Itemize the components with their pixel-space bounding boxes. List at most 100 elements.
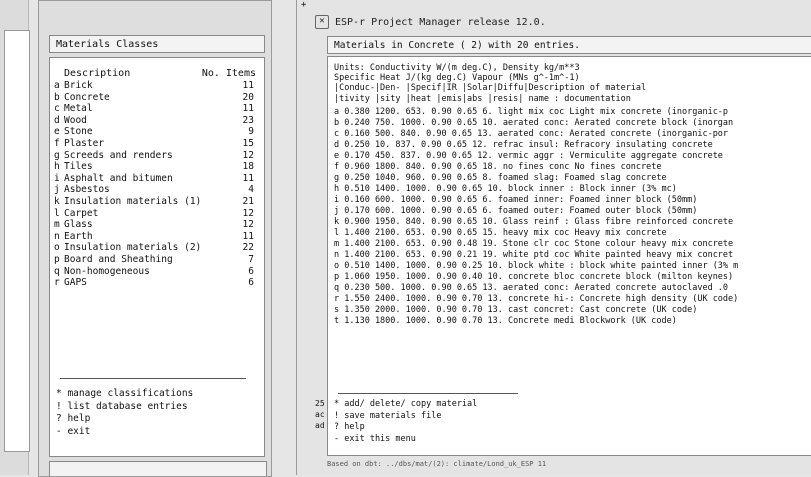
class-count: 12 <box>242 149 254 161</box>
description-header: Description <box>64 68 131 79</box>
material-row[interactable]: t 1.130 1800. 1000. 0.90 0.70 13. Concre… <box>334 316 810 327</box>
class-list-item[interactable]: k Insulation materials (1) 21 <box>54 196 254 208</box>
class-list-item[interactable]: g Screeds and renders 12 <box>54 150 254 162</box>
material-row[interactable]: j 0.170 600. 1000. 0.90 0.65 6. foamed o… <box>334 206 810 217</box>
class-key: b <box>54 91 60 103</box>
material-row[interactable]: a 0.380 1200. 653. 0.90 0.65 6. light mi… <box>334 107 810 118</box>
material-row[interactable]: c 0.160 500. 840. 0.90 0.65 13. aerated … <box>334 129 810 140</box>
class-list-item[interactable]: c Metal 11 <box>54 103 254 115</box>
material-row[interactable]: n 1.400 2100. 653. 0.90 0.21 19. white p… <box>334 250 810 261</box>
class-list-item[interactable]: i Asphalt and bitumen 11 <box>54 173 254 185</box>
class-key: l <box>54 207 60 219</box>
class-count: 20 <box>242 91 254 103</box>
class-list-item[interactable]: m Glass 12 <box>54 219 254 231</box>
classes-menu: * manage classifications! list database … <box>56 388 256 438</box>
materials-menu: * add/ delete/ copy material! save mater… <box>334 399 477 445</box>
material-row[interactable]: b 0.240 750. 1000. 0.90 0.65 10. aerated… <box>334 118 810 129</box>
class-name: Stone <box>64 126 93 138</box>
class-list-item[interactable]: d Wood 23 <box>54 115 254 127</box>
class-key: q <box>54 265 60 277</box>
class-count: 6 <box>248 265 254 277</box>
class-count: 23 <box>242 114 254 126</box>
classes-menu-item[interactable]: - exit <box>56 426 256 439</box>
materials-classes-panel: Description No. Items a Brick 11 b Concrete 2… <box>49 57 265 457</box>
class-key: f <box>54 137 60 149</box>
class-list-item[interactable]: l Carpet 12 <box>54 208 254 220</box>
class-count: 12 <box>242 207 254 219</box>
materials-subtitle: Materials in Concrete ( 2) with 20 entri… <box>327 36 811 54</box>
class-key: n <box>54 230 60 242</box>
class-count: 12 <box>242 219 254 231</box>
class-name: Glass <box>64 219 93 231</box>
class-list-item[interactable]: h Tiles 18 <box>54 161 254 173</box>
material-row[interactable]: l 1.400 2100. 653. 0.90 0.65 15. heavy m… <box>334 228 810 239</box>
class-count: 11 <box>242 80 254 91</box>
material-row[interactable]: m 1.400 2100. 653. 0.90 0.48 19. Stone c… <box>334 239 810 250</box>
class-list-item[interactable]: p Board and Sheathing 7 <box>54 254 254 266</box>
materials-header-line: |Conduc-|Den- |Specif|IR |Solar|Diffu|De… <box>334 83 647 94</box>
class-name: Metal <box>64 103 93 115</box>
class-list-item[interactable]: n Earth 11 <box>54 231 254 243</box>
material-row[interactable]: i 0.160 600. 1000. 0.90 0.65 6. foamed i… <box>334 195 810 206</box>
class-list-item[interactable]: q Non-homogeneous 6 <box>54 266 254 278</box>
material-row[interactable]: q 0.230 500. 1000. 0.90 0.65 13. aerated… <box>334 283 810 294</box>
classes-menu-item[interactable]: ? help <box>56 413 256 426</box>
material-row[interactable]: e 0.170 450. 837. 0.90 0.65 12. vermic a… <box>334 151 810 162</box>
class-list-item[interactable]: r GAPS 6 <box>54 277 254 289</box>
status-line: Based on dbt: ../dbs/mat/(2): climate/Lo… <box>327 460 547 468</box>
class-key: h <box>54 161 60 173</box>
class-key: p <box>54 253 60 265</box>
menu-divider <box>60 378 246 379</box>
class-list-item[interactable]: a Brick 11 <box>54 80 254 92</box>
materials-menu-item[interactable]: ? help <box>334 422 477 434</box>
material-row[interactable]: k 0.900 1950. 840. 0.90 0.65 10. Glass r… <box>334 217 810 228</box>
class-count: 21 <box>242 195 254 207</box>
material-row[interactable]: h 0.510 1400. 1000. 0.90 0.65 10. block … <box>334 184 810 195</box>
materials-panel: Units: Conductivity W/(m deg.C), Density… <box>327 56 811 456</box>
materials-classes-window: Materials Classes Description No. Items … <box>38 0 272 477</box>
materials-menu-item[interactable]: * add/ delete/ copy material <box>334 399 477 411</box>
material-row[interactable]: p 1.060 1950. 1000. 0.90 0.40 10. concre… <box>334 272 810 283</box>
class-name: Asphalt and bitumen <box>64 172 173 184</box>
class-list-item[interactable]: o Insulation materials (2) 22 <box>54 242 254 254</box>
material-row[interactable]: s 1.350 2000. 1000. 0.90 0.70 13. cast c… <box>334 305 810 316</box>
materials-header-line: |tivity |sity |heat |emis|abs |resis| na… <box>334 93 631 104</box>
class-count: 9 <box>248 126 254 138</box>
materials-menu-item[interactable]: - exit this menu <box>334 434 477 446</box>
project-manager-title: ESP-r Project Manager release 12.0. <box>335 17 546 28</box>
project-manager-titlebar: ✕ ESP-r Project Manager release 12.0. <box>315 14 811 32</box>
materials-menu-item[interactable]: ! save materials file <box>334 411 477 423</box>
class-name: Insulation materials (1) <box>64 195 202 207</box>
project-manager-window: + ✕ ESP-r Project Manager release 12.0. M… <box>296 0 811 475</box>
material-row[interactable]: o 0.510 1400. 1000. 0.90 0.25 10. block … <box>334 261 810 272</box>
background-window <box>0 0 30 475</box>
class-name: Insulation materials (2) <box>64 242 202 254</box>
material-row[interactable]: d 0.250 10. 837. 0.90 0.65 12. refrac in… <box>334 140 810 151</box>
class-name: Earth <box>64 230 93 242</box>
class-name: Non-homogeneous <box>64 265 150 277</box>
class-count: 15 <box>242 137 254 149</box>
left-strip-label: ac <box>315 410 325 419</box>
class-key: i <box>54 172 60 184</box>
left-strip-label: ad <box>315 421 325 430</box>
class-key: a <box>54 80 60 91</box>
material-row[interactable]: g 0.250 1040. 960. 0.90 0.65 8. foamed s… <box>334 173 810 184</box>
class-key: m <box>54 219 60 231</box>
class-key: d <box>54 114 60 126</box>
class-list-item[interactable]: b Concrete 20 <box>54 92 254 104</box>
classes-menu-item[interactable]: * manage classifications <box>56 388 256 401</box>
class-count: 11 <box>242 103 254 115</box>
class-count: 22 <box>242 242 254 254</box>
background-window-pane <box>4 30 30 452</box>
classes-menu-item[interactable]: ! list database entries <box>56 401 256 414</box>
class-list-item[interactable]: f Plaster 15 <box>54 138 254 150</box>
materials-classes-title: Materials Classes <box>49 35 265 53</box>
material-row[interactable]: f 0.960 1800. 840. 0.90 0.65 18. no fine… <box>334 162 810 173</box>
material-row[interactable]: r 1.550 2400. 1000. 0.90 0.70 13. concre… <box>334 294 810 305</box>
close-icon[interactable]: ✕ <box>315 15 329 29</box>
class-name: Wood <box>64 114 87 126</box>
class-count: 11 <box>242 172 254 184</box>
class-list-item[interactable]: e Stone 9 <box>54 126 254 138</box>
class-name: Asbestos <box>64 184 110 196</box>
class-list-item[interactable]: j Asbestos 4 <box>54 184 254 196</box>
